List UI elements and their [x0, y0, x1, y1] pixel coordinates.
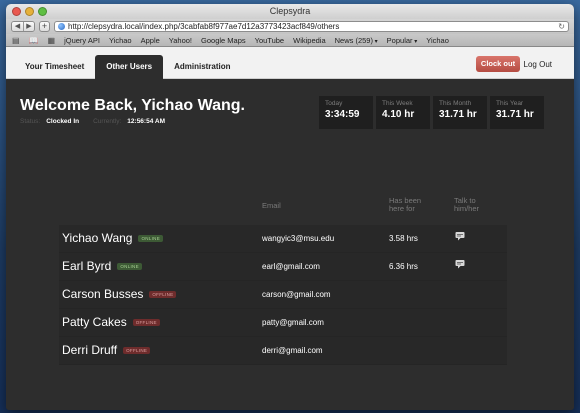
minimize-window-button[interactable] — [25, 7, 34, 16]
history-buttons: ◀ ▶ — [11, 21, 35, 32]
stat-value: 31.71 hr — [439, 109, 477, 120]
bookmarks-book-icon[interactable]: 📖 — [29, 36, 39, 45]
stat-value: 3:34:59 — [325, 109, 360, 120]
user-email: carson@gmail.com — [262, 290, 331, 299]
user-name: Yichao Wang online — [62, 231, 164, 245]
stat-today: Today 3:34:59 — [319, 96, 373, 129]
column-header-email: Email — [262, 201, 281, 210]
user-name-text: Patty Cakes — [62, 315, 127, 329]
bookmark-youtube[interactable]: YouTube — [255, 36, 284, 45]
bookmark-apple[interactable]: Apple — [141, 36, 160, 45]
tab-your-timesheet[interactable]: Your Timesheet — [14, 55, 95, 79]
stat-label: This Year — [496, 100, 524, 107]
bookmark-popular-folder[interactable]: Popular — [387, 36, 418, 45]
status-badge: online — [117, 263, 142, 271]
user-name-text: Derri Druff — [62, 343, 118, 357]
bookmark-news-folder[interactable]: News (259) — [335, 36, 378, 45]
table-row: Yichao Wang online wangyic3@msu.edu 3.58 … — [59, 225, 507, 253]
stat-this-week: This Week 4.10 hr — [376, 96, 430, 129]
user-name-text: Carson Busses — [62, 287, 144, 301]
current-time: 12:56:54 AM — [127, 118, 165, 125]
stat-this-month: This Month 31.71 hr — [433, 96, 487, 129]
bookmarks-bar: ▤ 📖 ▦ jQuery API Yichao Apple Yahoo! Goo… — [6, 34, 574, 47]
log-out-link[interactable]: Log Out — [524, 60, 552, 69]
column-header-talk: Talk to him/her — [454, 196, 480, 213]
status-badge: offline — [123, 347, 151, 355]
title-bar: Clepsydra — [6, 4, 574, 19]
reading-list-icon[interactable]: ▤ — [12, 36, 20, 45]
chat-icon[interactable] — [455, 231, 465, 241]
users-table: Email Has been here for Talk to him/her … — [59, 197, 507, 365]
user-name: Patty Cakes offline — [62, 315, 160, 329]
bookmark-yichao[interactable]: Yichao — [109, 36, 132, 45]
stat-label: Today — [325, 100, 343, 107]
browser-toolbar: ◀ ▶ + http://clepsydra.local/index.php/3… — [6, 19, 574, 34]
status-label: Status: — [20, 118, 41, 125]
top-navigation: Your Timesheet Other Users Administratio… — [6, 47, 574, 79]
user-email: derri@gmail.com — [262, 346, 323, 355]
back-icon[interactable]: ◀ — [12, 22, 23, 31]
table-row: Carson Busses offline carson@gmail.com — [59, 281, 507, 309]
address-bar[interactable]: http://clepsydra.local/index.php/3cabfab… — [54, 21, 569, 32]
status-line: Status: Clocked In Currently: 12:56:54 A… — [20, 118, 165, 125]
bookmark-jquery-api[interactable]: jQuery API — [64, 36, 100, 45]
url-text[interactable]: http://clepsydra.local/index.php/3cabfab… — [68, 22, 555, 31]
status-badge: offline — [149, 291, 177, 299]
user-name: Derri Druff offline — [62, 343, 151, 357]
chat-icon[interactable] — [455, 259, 465, 269]
zoom-window-button[interactable] — [38, 7, 47, 16]
add-bookmark-button[interactable]: + — [39, 21, 50, 32]
user-email: earl@gmail.com — [262, 262, 320, 271]
user-hours: 6.36 hrs — [389, 262, 418, 271]
window-title: Clepsydra — [269, 6, 311, 16]
column-header-here-for: Has been here for — [389, 196, 422, 213]
user-name: Earl Byrd online — [62, 259, 142, 273]
stat-label: This Month — [439, 100, 472, 107]
status-badge: online — [138, 235, 164, 243]
page-title: Welcome Back, Yichao Wang. — [20, 97, 245, 114]
user-email: patty@gmail.com — [262, 318, 324, 327]
stat-this-year: This Year 31.71 hr — [490, 96, 544, 129]
bookmark-yichao-2[interactable]: Yichao — [426, 36, 449, 45]
table-row: Derri Druff offline derri@gmail.com — [59, 337, 507, 365]
table-row: Earl Byrd online earl@gmail.com 6.36 hrs — [59, 253, 507, 281]
close-window-button[interactable] — [12, 7, 21, 16]
user-hours: 3.58 hrs — [389, 234, 418, 243]
stat-value: 31.71 hr — [496, 109, 534, 120]
bookmark-google-maps[interactable]: Google Maps — [201, 36, 246, 45]
bookmark-wikipedia[interactable]: Wikipedia — [293, 36, 326, 45]
user-name: Carson Busses offline — [62, 287, 177, 301]
globe-icon — [58, 23, 65, 30]
table-header: Email Has been here for Talk to him/her — [59, 197, 507, 225]
bookmark-yahoo[interactable]: Yahoo! — [169, 36, 192, 45]
clock-out-button[interactable]: Clock out — [476, 56, 520, 72]
user-email: wangyic3@msu.edu — [262, 234, 335, 243]
window-controls — [12, 7, 47, 16]
stat-value: 4.10 hr — [382, 109, 415, 120]
user-name-text: Yichao Wang — [62, 231, 133, 245]
nav-tabs: Your Timesheet Other Users Administratio… — [14, 55, 242, 79]
forward-icon[interactable]: ▶ — [23, 22, 34, 31]
page-content: Your Timesheet Other Users Administratio… — [6, 47, 574, 410]
table-row: Patty Cakes offline patty@gmail.com — [59, 309, 507, 337]
reload-icon[interactable]: ↻ — [558, 22, 565, 31]
user-name-text: Earl Byrd — [62, 259, 112, 273]
tab-other-users[interactable]: Other Users — [95, 55, 164, 79]
browser-window: Clepsydra ◀ ▶ + http://clepsydra.local/i… — [6, 4, 574, 410]
top-sites-icon[interactable]: ▦ — [48, 36, 56, 45]
status-badge: offline — [132, 319, 160, 327]
time-stats: Today 3:34:59 This Week 4.10 hr This Mon… — [319, 96, 544, 129]
currently-label: Currently: — [93, 118, 122, 125]
status-value: Clocked In — [46, 118, 80, 125]
tab-administration[interactable]: Administration — [163, 55, 241, 79]
stat-label: This Week — [382, 100, 413, 107]
